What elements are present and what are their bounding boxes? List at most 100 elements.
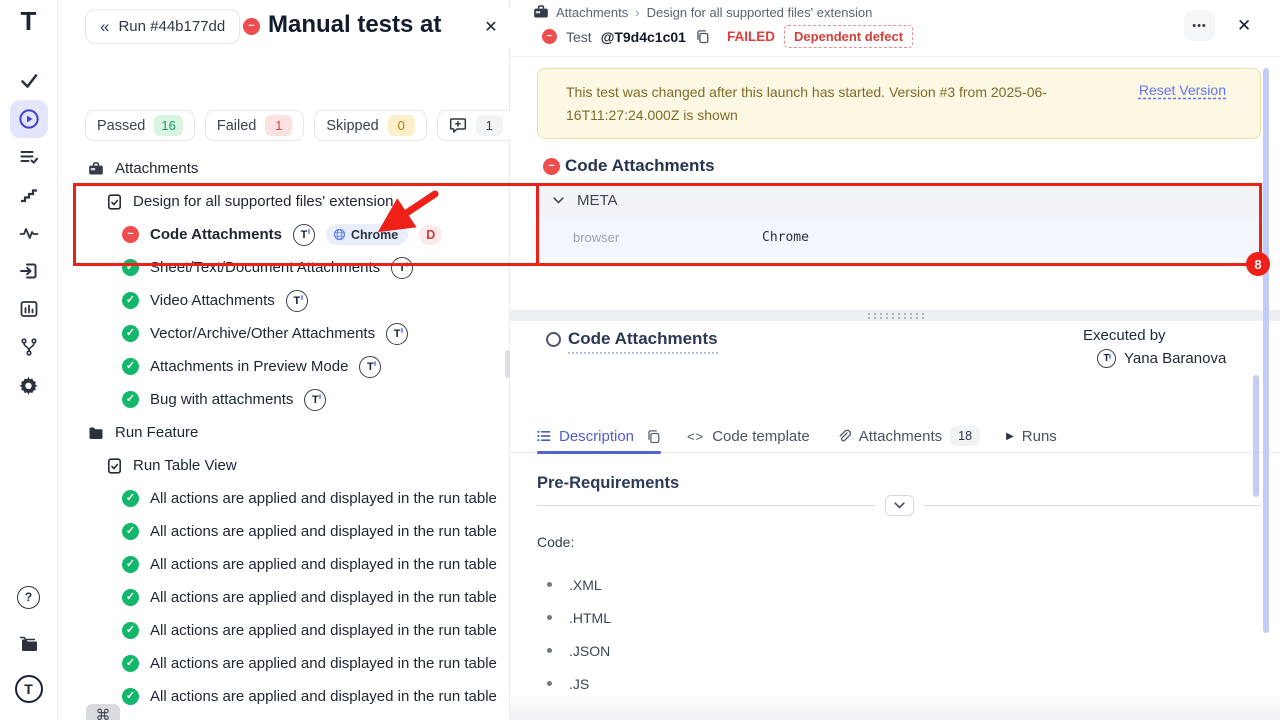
- run-title: Manual tests at: [268, 11, 472, 39]
- tree-row[interactable]: ✓All actions are applied and displayed i…: [58, 647, 510, 680]
- status-passed-icon: ✓: [122, 259, 139, 276]
- section-divider: [537, 495, 1261, 516]
- filter-comments[interactable]: 1: [437, 110, 515, 141]
- test-status-text: FAILED: [727, 29, 775, 44]
- status-filter-row: Passed 16 Failed 1 Skipped 0 1: [85, 110, 515, 141]
- app-sidebar: T ?T: [0, 0, 58, 720]
- tree-row[interactable]: −Code AttachmentsTChromeD: [58, 218, 510, 251]
- count-badge: 1: [476, 115, 503, 136]
- executed-by-name: Yana Baranova: [1124, 350, 1226, 367]
- back-to-run-button[interactable]: « Run #44b177dd: [85, 9, 240, 44]
- tab-attachments[interactable]: Attachments18: [836, 420, 980, 453]
- defect-badge[interactable]: D: [419, 225, 442, 245]
- tree-row[interactable]: ✓Vector/Archive/Other AttachmentsT: [58, 317, 510, 350]
- play-circle-icon[interactable]: [10, 100, 48, 138]
- filter-passed[interactable]: Passed 16: [85, 110, 195, 141]
- tab-runs[interactable]: ▶Runs: [1006, 420, 1057, 453]
- copy-test-id-icon[interactable]: [695, 29, 710, 44]
- tree-row[interactable]: ✓Attachments in Preview ModeT: [58, 350, 510, 383]
- close-run-panel-icon[interactable]: ✕: [484, 20, 497, 36]
- chevron-down-icon: [894, 502, 905, 509]
- list-check-icon[interactable]: [10, 138, 48, 176]
- docs-icon[interactable]: [10, 624, 48, 662]
- attachment-count-badge: 18: [950, 426, 980, 446]
- filter-failed[interactable]: Failed 1: [205, 110, 305, 141]
- import-icon[interactable]: [10, 252, 48, 290]
- sidebar-nav: [10, 62, 48, 404]
- run-tree-panel: « Run #44b177dd − Manual tests at ✕ Pass…: [58, 0, 510, 720]
- tree-row[interactable]: ✓All actions are applied and displayed i…: [58, 515, 510, 548]
- extension-list: .XML.HTML.JSON.JS: [537, 568, 611, 700]
- dependent-defect-badge[interactable]: Dependent defect: [784, 25, 913, 48]
- status-passed-icon: ✓: [122, 358, 139, 375]
- meta-title: META: [577, 192, 618, 209]
- executed-by-block: Executed by T Yana Baranova: [1083, 327, 1226, 368]
- list-item: .XML: [537, 568, 611, 601]
- status-passed-icon: ✓: [122, 490, 139, 507]
- tree-row[interactable]: ✓All actions are applied and displayed i…: [58, 680, 510, 713]
- detail-scrollbar[interactable]: [1263, 68, 1269, 633]
- panel-resize-handle[interactable]: [510, 310, 1280, 321]
- suite-icon: [533, 4, 549, 20]
- tab-code-template[interactable]: <>Code template: [687, 420, 810, 453]
- avatar-icon: T: [286, 290, 308, 312]
- test-title[interactable]: Code Attachments: [568, 329, 718, 354]
- count-badge: 16: [154, 115, 182, 136]
- tab-description[interactable]: Description: [537, 420, 661, 453]
- sidebar-bottom-nav: ?T: [10, 578, 48, 720]
- tree-row[interactable]: Design for all supported files' extensio…: [58, 185, 510, 218]
- app-logo[interactable]: T: [21, 8, 37, 34]
- collapse-section-button[interactable]: [885, 495, 914, 516]
- chevron-down-icon: [553, 197, 564, 204]
- folder-icon: [88, 425, 104, 441]
- status-passed-icon: ✓: [122, 391, 139, 408]
- tree-row[interactable]: ✓Video AttachmentsT: [58, 284, 510, 317]
- tree-row[interactable]: ✓All actions are applied and displayed i…: [58, 581, 510, 614]
- reset-version-link[interactable]: Reset Version: [1139, 82, 1226, 98]
- tree-row[interactable]: Attachments: [58, 152, 510, 185]
- filter-skipped[interactable]: Skipped 0: [314, 110, 426, 141]
- test-id: @T9d4c1c01: [601, 29, 686, 45]
- steps-icon[interactable]: [10, 176, 48, 214]
- tree-row[interactable]: ✓All actions are applied and displayed i…: [58, 548, 510, 581]
- browser-badge[interactable]: Chrome: [326, 224, 408, 245]
- gear-icon[interactable]: [10, 366, 48, 404]
- tree-row[interactable]: ✓Bug with attachmentsT: [58, 383, 510, 416]
- report-icon[interactable]: [10, 290, 48, 328]
- copy-description-icon[interactable]: [646, 429, 661, 444]
- run-failed-status-icon: −: [243, 18, 260, 35]
- test-tree: Attachments Design for all supported fil…: [58, 152, 510, 713]
- breadcrumb-current[interactable]: Design for all supported files' extensio…: [647, 5, 873, 20]
- inner-scrollbar[interactable]: [1253, 375, 1259, 497]
- help-icon[interactable]: ?: [10, 578, 48, 616]
- avatar-icon: T: [304, 389, 326, 411]
- list-item: .JSON: [537, 634, 611, 667]
- prerequirements-heading: Pre-Requirements: [537, 474, 679, 493]
- code-icon: <>: [687, 429, 704, 444]
- avatar-icon: T: [386, 323, 408, 345]
- activity-icon[interactable]: [10, 214, 48, 252]
- meta-header[interactable]: META: [538, 184, 1262, 217]
- breadcrumb-root[interactable]: Attachments: [556, 5, 628, 20]
- drag-grip-icon: [866, 312, 924, 320]
- double-chevron-left-icon: «: [100, 18, 109, 35]
- branch-icon[interactable]: [10, 328, 48, 366]
- file-icon: [107, 194, 122, 210]
- avatar-icon: T: [293, 224, 315, 246]
- tree-row[interactable]: Run Table View: [58, 449, 510, 482]
- tree-row[interactable]: ✓Sheet/Text/Document AttachmentsT: [58, 251, 510, 284]
- globe-icon: [333, 228, 346, 241]
- check-icon[interactable]: [10, 62, 48, 100]
- tree-row[interactable]: Run Feature: [58, 416, 510, 449]
- close-detail-icon[interactable]: ✕: [1237, 17, 1251, 34]
- more-actions-button[interactable]: •••: [1184, 10, 1215, 41]
- section-failed-status-icon: −: [543, 158, 560, 175]
- status-passed-icon: ✓: [122, 688, 139, 705]
- breadcrumb: Attachments › Design for all supported f…: [533, 4, 872, 20]
- avatar-icon: T: [1097, 349, 1116, 368]
- tree-row[interactable]: ✓All actions are applied and displayed i…: [58, 614, 510, 647]
- status-passed-icon: ✓: [122, 325, 139, 342]
- file-icon: [107, 458, 122, 474]
- tree-row[interactable]: ✓All actions are applied and displayed i…: [58, 482, 510, 515]
- logo-badge-icon[interactable]: T: [10, 670, 48, 708]
